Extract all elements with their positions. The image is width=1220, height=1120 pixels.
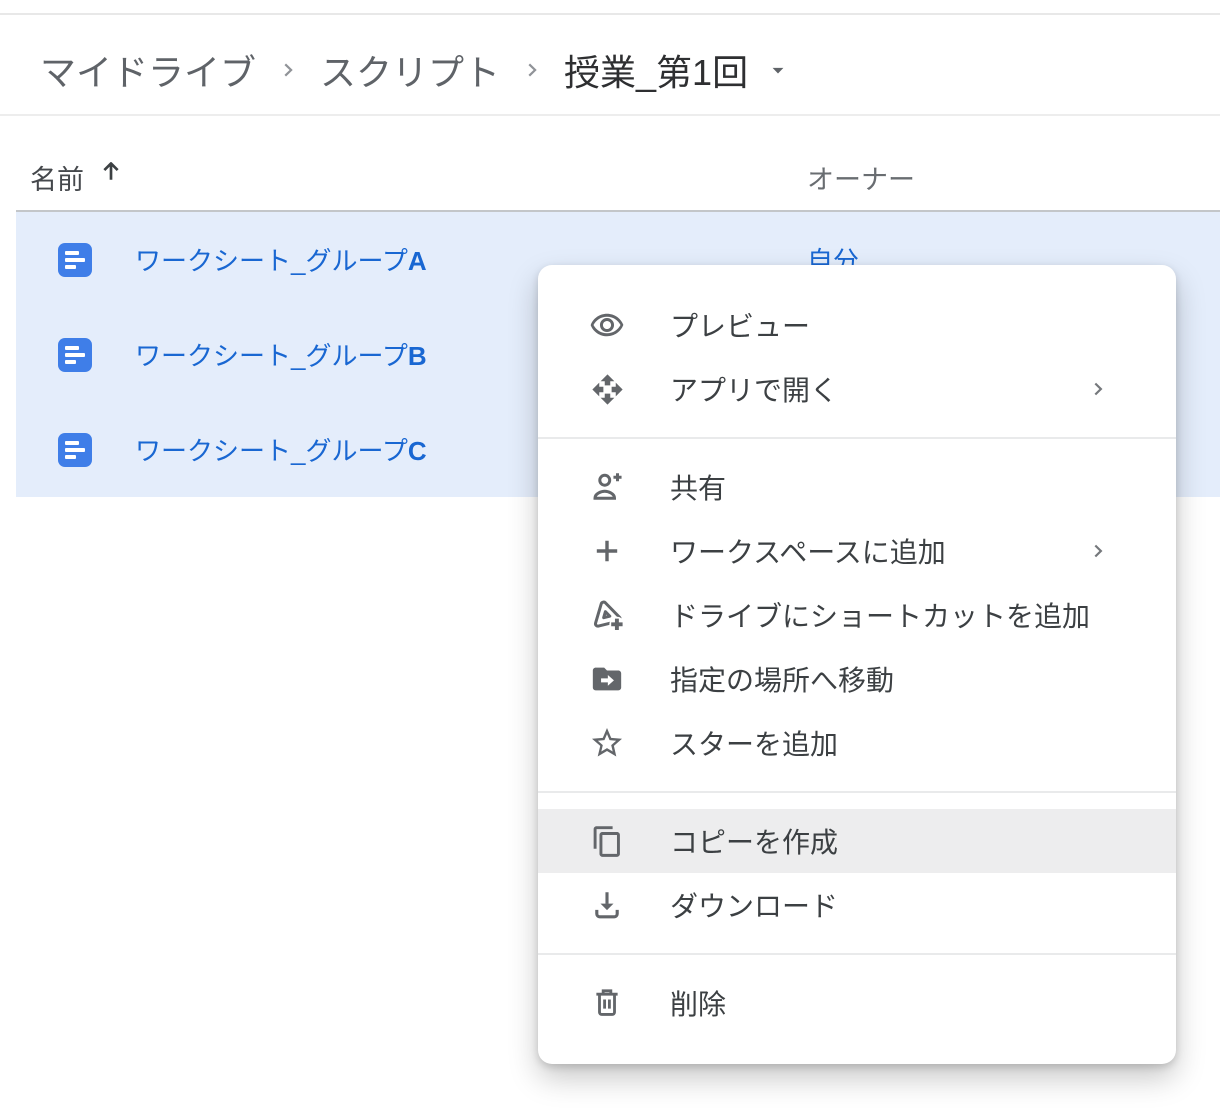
menu-item-label: プレビュー	[670, 305, 810, 345]
download-icon	[589, 887, 625, 923]
top-divider	[0, 13, 1220, 15]
menu-item-move-to[interactable]: 指定の場所へ移動	[538, 647, 1176, 711]
menu-item-label: ドライブにショートカットを追加	[670, 595, 1090, 635]
menu-item-make-a-copy[interactable]: コピーを作成	[538, 809, 1176, 873]
menu-item-label: コピーを作成	[670, 821, 838, 861]
arrow-up-icon[interactable]	[97, 157, 125, 185]
file-name: ワークシート_グループC	[135, 431, 427, 468]
column-header-owner: オーナー	[807, 158, 915, 197]
copy-icon	[589, 823, 625, 859]
chevron-right-icon	[521, 59, 543, 81]
plus-icon	[589, 533, 625, 569]
menu-item-preview[interactable]: プレビュー	[538, 293, 1176, 357]
menu-item-add-shortcut-to-drive[interactable]: ドライブにショートカットを追加	[538, 583, 1176, 647]
person-add-icon	[589, 469, 625, 505]
breadcrumb-divider	[0, 114, 1220, 116]
chevron-right-icon	[277, 59, 299, 81]
google-doc-icon	[58, 338, 92, 372]
chevron-right-icon	[1086, 377, 1110, 401]
open-with-icon	[589, 371, 625, 407]
menu-divider	[538, 953, 1176, 955]
menu-divider	[538, 437, 1176, 439]
context-menu: プレビュー アプリで開く 共有 ワークスペースに追加	[538, 265, 1176, 1064]
menu-item-label: 削除	[670, 983, 726, 1023]
eye-icon	[589, 307, 625, 343]
file-name: ワークシート_グループB	[135, 336, 427, 373]
menu-item-download[interactable]: ダウンロード	[538, 873, 1176, 937]
menu-item-label: スターを追加	[670, 723, 838, 763]
menu-item-delete[interactable]: 削除	[538, 971, 1176, 1035]
caret-down-icon[interactable]	[765, 57, 791, 83]
google-doc-icon	[58, 243, 92, 277]
folder-move-icon	[589, 661, 625, 697]
menu-item-add-to-workspace[interactable]: ワークスペースに追加	[538, 519, 1176, 583]
menu-item-label: 共有	[670, 467, 726, 507]
file-name: ワークシート_グループA	[135, 241, 427, 278]
column-header-name[interactable]: 名前	[30, 158, 84, 197]
menu-item-label: 指定の場所へ移動	[670, 659, 894, 699]
menu-item-share[interactable]: 共有	[538, 455, 1176, 519]
menu-item-label: アプリで開く	[670, 369, 838, 409]
star-icon	[589, 725, 625, 761]
menu-item-label: ダウンロード	[670, 885, 838, 925]
breadcrumb-my-drive[interactable]: マイドライブ	[40, 44, 256, 96]
breadcrumb: マイドライブ スクリプト 授業_第1回	[40, 44, 791, 96]
trash-icon	[589, 985, 625, 1021]
menu-item-add-star[interactable]: スターを追加	[538, 711, 1176, 775]
menu-divider	[538, 791, 1176, 793]
menu-item-open-with[interactable]: アプリで開く	[538, 357, 1176, 421]
chevron-right-icon	[1086, 539, 1110, 563]
google-doc-icon	[58, 433, 92, 467]
menu-item-label: ワークスペースに追加	[670, 531, 946, 571]
drive-shortcut-icon	[589, 597, 625, 633]
breadcrumb-current-folder[interactable]: 授業_第1回	[564, 44, 748, 96]
breadcrumb-scripts[interactable]: スクリプト	[320, 44, 500, 96]
